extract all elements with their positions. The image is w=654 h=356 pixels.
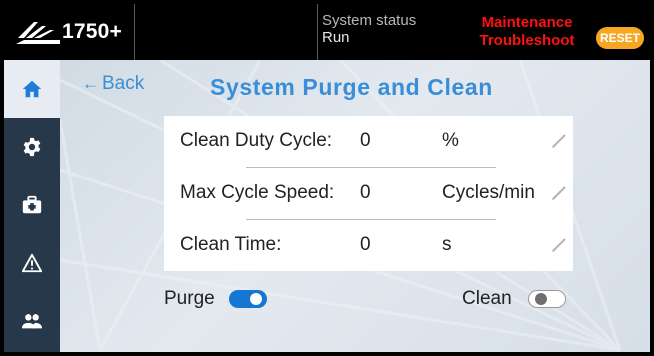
alert-message: Maintenance Troubleshoot (472, 14, 582, 50)
parameters-panel: Clean Duty Cycle: 0 % Max Cycle Speed: 0… (164, 116, 573, 271)
machine-logo-icon (16, 22, 60, 44)
model-number: 1750+ (62, 20, 122, 43)
warning-icon (21, 253, 43, 273)
back-label: Back (102, 73, 145, 94)
sidebar-item-alarms[interactable] (4, 234, 60, 292)
users-icon (21, 314, 43, 329)
alert-line-maintenance: Maintenance (481, 14, 573, 31)
system-status: System status Run (322, 12, 416, 46)
sidebar-item-home[interactable] (4, 60, 60, 118)
sidebar-item-maintenance[interactable] (4, 176, 60, 234)
page-title: System Purge and Clean (210, 74, 493, 100)
sidebar-item-users[interactable] (4, 292, 60, 350)
top-bar: 1750+ System status Run Maintenance Trou… (4, 4, 650, 60)
header-divider (134, 4, 135, 60)
purge-toggle-group: Purge (164, 288, 267, 310)
purge-toggle[interactable] (228, 290, 267, 308)
pencil-icon[interactable] (550, 236, 568, 254)
param-value[interactable]: 0 (360, 182, 371, 204)
pencil-icon[interactable] (550, 184, 568, 202)
param-label: Clean Time: (180, 234, 282, 255)
param-value[interactable]: 0 (360, 234, 371, 256)
param-label: Clean Duty Cycle: (180, 130, 333, 151)
toolbox-icon (22, 195, 42, 214)
param-unit: % (442, 130, 459, 151)
alert-line-troubleshoot: Troubleshoot (479, 32, 575, 49)
gear-icon (23, 137, 41, 157)
toggle-knob (534, 293, 547, 305)
machine-badge: 1750+ (4, 4, 134, 60)
main-content: ← Back System Purge and Clean Clean Duty… (60, 60, 650, 352)
param-row-max-cycle-speed: Max Cycle Speed: 0 Cycles/min (164, 168, 573, 218)
reset-button[interactable]: RESET (596, 27, 644, 49)
back-arrow-icon: ← (82, 74, 99, 93)
purge-label: Purge (164, 288, 215, 309)
param-unit: s (442, 234, 452, 255)
back-button[interactable]: ← Back (82, 73, 144, 95)
clean-toggle[interactable] (527, 290, 566, 308)
header-divider (317, 4, 318, 60)
home-icon (22, 80, 42, 98)
clean-label: Clean (462, 288, 512, 309)
sidebar (4, 60, 60, 352)
sidebar-item-settings[interactable] (4, 118, 60, 176)
system-status-label: System status (322, 12, 417, 29)
param-unit: Cycles/min (442, 182, 535, 203)
system-status-value: Run (322, 29, 350, 46)
param-row-clean-duty-cycle: Clean Duty Cycle: 0 % (164, 116, 573, 166)
param-row-clean-time: Clean Time: 0 s (164, 220, 573, 270)
param-value[interactable]: 0 (360, 130, 371, 152)
clean-toggle-group: Clean (462, 288, 566, 310)
pencil-icon[interactable] (550, 132, 568, 150)
toggle-knob (249, 293, 262, 305)
param-label: Max Cycle Speed: (180, 182, 335, 203)
